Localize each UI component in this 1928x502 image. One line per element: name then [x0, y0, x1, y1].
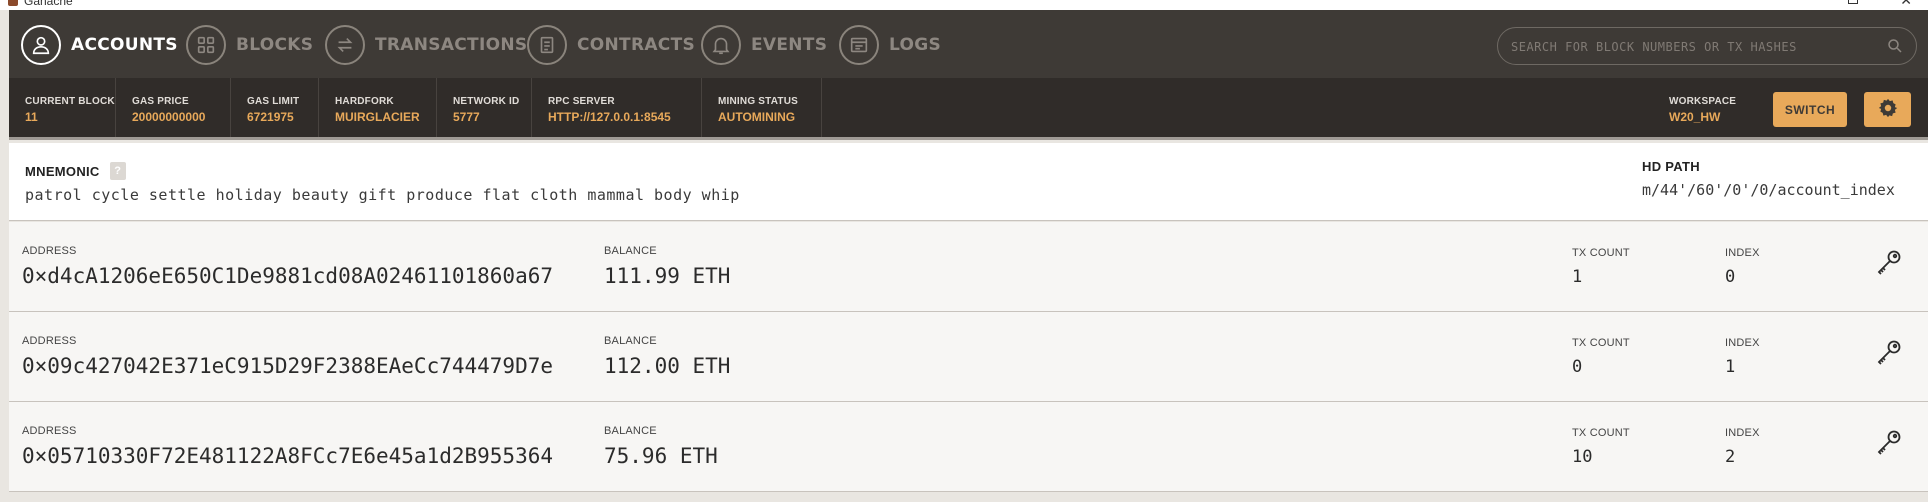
- search-input[interactable]: [1511, 37, 1881, 57]
- index-value: 1: [1725, 357, 1736, 377]
- stat-mining-status: MINING STATUS AUTOMINING: [702, 78, 822, 137]
- gear-icon: [1877, 97, 1899, 122]
- mnemonic-phrase: patrol cycle settle holiday beauty gift …: [25, 186, 740, 204]
- nav-logs[interactable]: LOGS: [839, 25, 941, 65]
- search-icon[interactable]: [1886, 37, 1904, 60]
- balance-label: BALANCE: [604, 425, 657, 437]
- stat-value: 20000000000: [132, 110, 206, 124]
- nav-transactions[interactable]: TRANSACTIONS: [325, 25, 527, 65]
- mnemonic-title: MNEMONIC: [25, 163, 100, 179]
- accounts-list: ADDRESS 0×d4cA1206eE650C1De9881cd08A0246…: [9, 222, 1928, 492]
- tx-count-label: TX COUNT: [1572, 337, 1630, 349]
- show-key-button[interactable]: [1871, 426, 1907, 462]
- tx-count-label: TX COUNT: [1572, 427, 1630, 439]
- address-label: ADDRESS: [22, 425, 77, 437]
- switch-workspace-button[interactable]: SWITCH: [1773, 92, 1847, 127]
- tx-count-value: 1: [1572, 267, 1583, 287]
- stat-rpc-server: RPC SERVER HTTP://127.0.0.1:8545: [532, 78, 702, 137]
- key-icon: [1874, 428, 1904, 461]
- stat-network-id: NETWORK ID 5777: [437, 78, 532, 137]
- account-row[interactable]: ADDRESS 0×09c427042E371eC915D29F2388EAeC…: [9, 312, 1928, 402]
- workspace-label: WORKSPACE: [1669, 96, 1737, 107]
- address-value: 0×05710330F72E481122A8FCc7E6e45a1d2B9553…: [22, 444, 554, 468]
- terminal-icon: [839, 25, 879, 65]
- nav-label: TRANSACTIONS: [375, 35, 528, 55]
- settings-button[interactable]: [1864, 92, 1911, 127]
- ganache-app-icon: [8, 0, 18, 6]
- stat-label: RPC SERVER: [548, 96, 615, 107]
- show-key-button[interactable]: [1871, 336, 1907, 372]
- maximize-icon[interactable]: [1848, 0, 1858, 4]
- nav-label: EVENTS: [751, 35, 828, 55]
- stat-value: 5777: [453, 110, 480, 124]
- stat-gas-price: GAS PRICE 20000000000: [116, 78, 231, 137]
- nav-contracts[interactable]: CONTRACTS: [527, 25, 695, 65]
- nav-label: BLOCKS: [236, 35, 314, 55]
- workspace-info: WORKSPACE W20_HW: [1669, 96, 1736, 124]
- balance-value: 111.99 ETH: [604, 264, 731, 288]
- transfer-arrows-icon: [325, 25, 365, 65]
- stat-value: MUIRGLACIER: [335, 110, 420, 124]
- bell-icon: [701, 25, 741, 65]
- stat-value: 6721975: [247, 110, 294, 124]
- balance-value: 75.96 ETH: [604, 444, 718, 468]
- document-icon: [527, 25, 567, 65]
- stat-gas-limit: GAS LIMIT 6721975: [231, 78, 319, 137]
- stat-value: HTTP://127.0.0.1:8545: [548, 110, 671, 124]
- index-value: 0: [1725, 267, 1736, 287]
- hd-path-label: HD PATH: [1642, 159, 1700, 174]
- tx-count-value: 10: [1572, 447, 1593, 467]
- show-key-button[interactable]: [1871, 246, 1907, 282]
- nav-blocks[interactable]: BLOCKS: [186, 25, 313, 65]
- stat-hardfork: HARDFORK MUIRGLACIER: [319, 78, 437, 137]
- balance-value: 112.00 ETH: [604, 354, 731, 378]
- nav-label: ACCOUNTS: [71, 35, 178, 55]
- help-icon[interactable]: ?: [109, 162, 126, 180]
- stat-label: NETWORK ID: [453, 96, 520, 107]
- address-value: 0×d4cA1206eE650C1De9881cd08A02461101860a…: [22, 264, 554, 288]
- workspace-name: W20_HW: [1669, 110, 1721, 124]
- mnemonic-panel: MNEMONIC ? patrol cycle settle holiday b…: [9, 143, 1928, 221]
- index-label: INDEX: [1725, 247, 1760, 259]
- address-value: 0×09c427042E371eC915D29F2388EAeCc744479D…: [22, 354, 554, 378]
- balance-label: BALANCE: [604, 335, 657, 347]
- user-icon: [21, 25, 61, 65]
- stat-current-block: CURRENT BLOCK 11: [9, 78, 116, 137]
- grid-icon: [186, 25, 226, 65]
- address-label: ADDRESS: [22, 335, 77, 347]
- close-icon[interactable]: ✕: [1900, 0, 1912, 9]
- tx-count-label: TX COUNT: [1572, 247, 1630, 259]
- key-icon: [1874, 338, 1904, 371]
- stat-value: AUTOMINING: [718, 110, 796, 124]
- mnemonic-title-row: MNEMONIC ?: [25, 162, 126, 180]
- key-icon: [1874, 248, 1904, 281]
- index-label: INDEX: [1725, 337, 1760, 349]
- stat-label: MINING STATUS: [718, 96, 799, 107]
- nav-label: CONTRACTS: [577, 35, 696, 55]
- index-label: INDEX: [1725, 427, 1760, 439]
- address-label: ADDRESS: [22, 245, 77, 257]
- index-value: 2: [1725, 447, 1736, 467]
- stat-label: GAS LIMIT: [247, 96, 300, 107]
- balance-label: BALANCE: [604, 245, 657, 257]
- stat-label: CURRENT BLOCK: [25, 96, 115, 107]
- nav-label: LOGS: [889, 35, 942, 55]
- nav-accounts[interactable]: ACCOUNTS: [21, 25, 178, 65]
- stat-label: GAS PRICE: [132, 96, 189, 107]
- window-titlebar: Ganache ✕: [0, 0, 1928, 10]
- stat-label: HARDFORK: [335, 96, 394, 107]
- stat-value: 11: [25, 110, 38, 124]
- hd-path-value: m/44'/60'/0'/0/account_index: [1642, 181, 1895, 199]
- account-row[interactable]: ADDRESS 0×d4cA1206eE650C1De9881cd08A0246…: [9, 222, 1928, 312]
- status-bar: CURRENT BLOCK 11 GAS PRICE 20000000000 G…: [9, 78, 1928, 140]
- window-title: Ganache: [24, 0, 73, 8]
- top-nav: ACCOUNTS BLOCKS TRANSACTIONS CONTRACTS E…: [9, 10, 1928, 78]
- account-row[interactable]: ADDRESS 0×05710330F72E481122A8FCc7E6e45a…: [9, 402, 1928, 492]
- search-box: [1497, 27, 1917, 65]
- nav-events[interactable]: EVENTS: [701, 25, 827, 65]
- tx-count-value: 0: [1572, 357, 1583, 377]
